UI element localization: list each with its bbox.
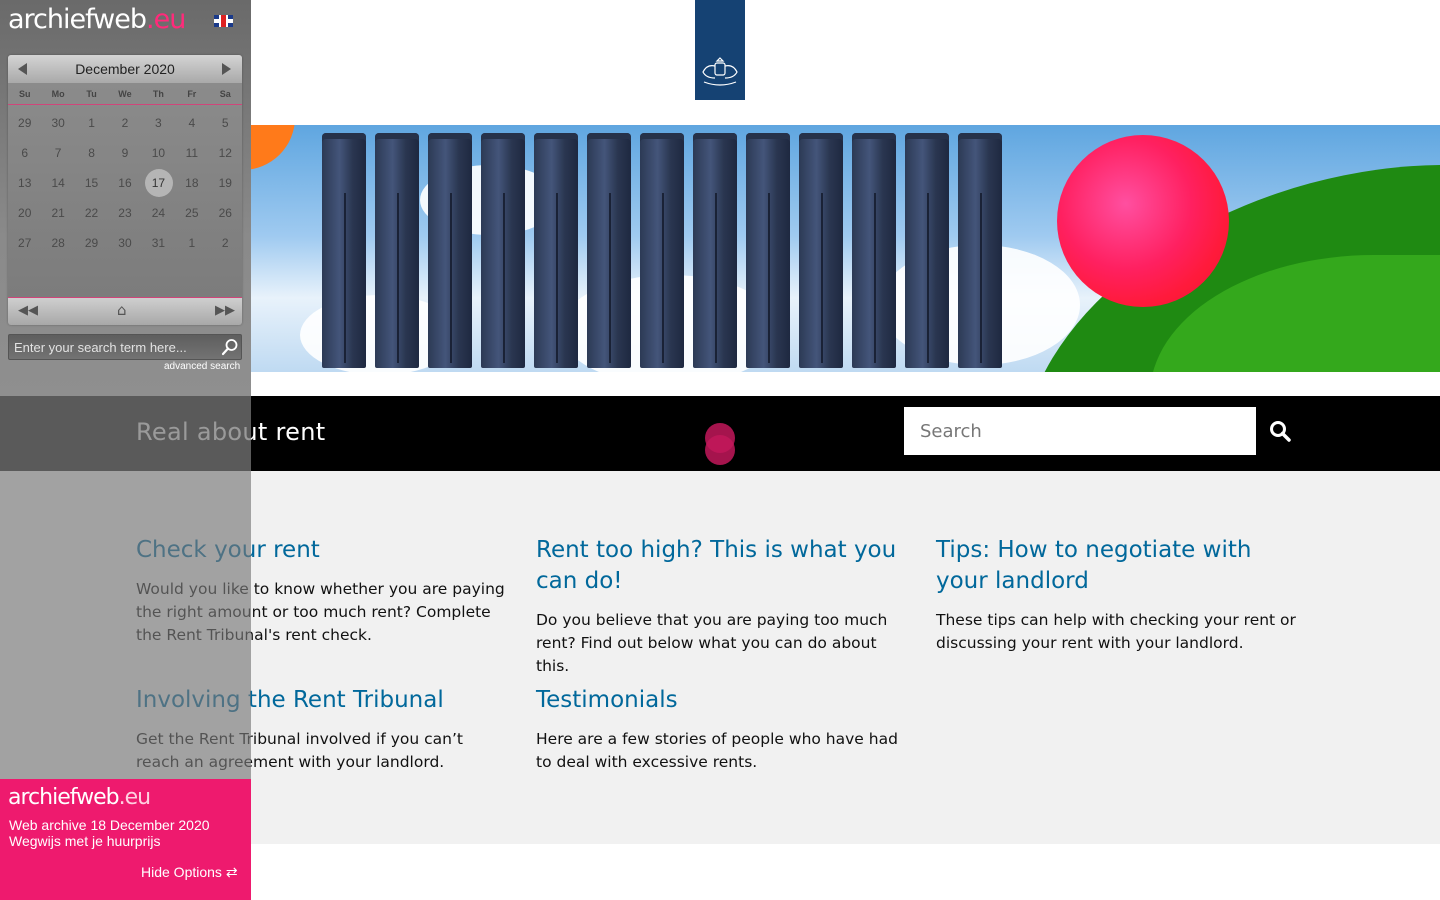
advanced-search-link[interactable]: advanced search	[164, 361, 240, 372]
calendar-day[interactable]: 14	[41, 168, 74, 198]
jeans-image	[852, 133, 896, 368]
card-title[interactable]: Tips: How to negotiate with your landlor…	[936, 535, 1306, 597]
calendar-day[interactable]: 26	[209, 198, 242, 228]
jeans-image	[587, 133, 631, 368]
card-negotiation-tips: Tips: How to negotiate with your landlor…	[936, 535, 1306, 655]
fast-forward-icon[interactable]: ▶▶	[215, 303, 235, 318]
calendar-week: 20 21 22 23 24 25 26	[8, 198, 242, 228]
calendar-day[interactable]: 25	[175, 198, 208, 228]
jeans-image	[746, 133, 790, 368]
calendar-day[interactable]: 24	[142, 198, 175, 228]
jeans-image	[534, 133, 578, 368]
archive-calendar: December 2020 Su Mo Tu We Th Fr Sa 29 30 1…	[8, 55, 242, 325]
next-month-icon[interactable]	[222, 63, 231, 75]
calendar-day[interactable]: 10	[142, 138, 175, 168]
calendar-day[interactable]: 20	[8, 198, 41, 228]
calendar-day[interactable]: 1	[75, 108, 108, 138]
site-search-button[interactable]	[1256, 407, 1304, 455]
calendar-day[interactable]: 30	[108, 228, 141, 258]
calendar-day[interactable]: 29	[8, 108, 41, 138]
english-flag-icon[interactable]	[214, 15, 233, 27]
archive-logo[interactable]: archiefweb.eu	[8, 4, 186, 35]
jeans-image	[799, 133, 843, 368]
jeans-image	[428, 133, 472, 368]
calendar-day[interactable]: 2	[108, 108, 141, 138]
jeans-image	[481, 133, 525, 368]
archive-date-text: Web archive 18 December 2020	[9, 817, 210, 833]
home-icon[interactable]: ⌂	[117, 301, 127, 319]
calendar-day[interactable]: 1	[175, 228, 208, 258]
calendar-footer: ◀◀ ⌂ ▶▶	[8, 297, 242, 325]
jeans-image	[322, 133, 366, 368]
card-testimonials: Testimonials Here are a few stories of p…	[536, 685, 906, 774]
calendar-day[interactable]: 30	[41, 108, 74, 138]
calendar-day[interactable]: 5	[209, 108, 242, 138]
calendar-day[interactable]: 31	[142, 228, 175, 258]
calendar-day[interactable]: 22	[75, 198, 108, 228]
calendar-days: 29 30 1 2 3 4 5 6 7 8 9 10 11 12 13 14 15 16 17 18 19 20 21 22 2…	[8, 108, 242, 258]
site-search-input[interactable]	[904, 407, 1256, 455]
calendar-day[interactable]: 18	[175, 168, 208, 198]
calendar-day[interactable]: 21	[41, 198, 74, 228]
archive-search-input[interactable]	[9, 335, 214, 359]
jeans-image	[693, 133, 737, 368]
archive-page-title: Wegwijs met je huurprijs	[9, 833, 161, 849]
jeans-image	[958, 133, 1002, 368]
calendar-week: 29 30 1 2 3 4 5	[8, 108, 242, 138]
calendar-day[interactable]: 23	[108, 198, 141, 228]
archive-info-panel: archiefweb.eu Web archive 18 December 20…	[0, 779, 251, 900]
coat-of-arms-icon	[702, 57, 738, 86]
card-rent-too-high: Rent too high? This is what you can do! …	[536, 535, 906, 678]
calendar-day[interactable]: 12	[209, 138, 242, 168]
pink-globe	[1057, 135, 1229, 307]
jeans-image	[375, 133, 419, 368]
calendar-day[interactable]: 19	[209, 168, 242, 198]
search-icon	[1270, 421, 1291, 442]
rewind-icon[interactable]: ◀◀	[18, 303, 38, 318]
calendar-day[interactable]: 7	[41, 138, 74, 168]
calendar-day[interactable]: 9	[108, 138, 141, 168]
calendar-month: December 2020	[75, 61, 175, 77]
calendar-day[interactable]: 11	[175, 138, 208, 168]
card-text: Here are a few stories of people who hav…	[536, 730, 898, 771]
calendar-day[interactable]: 6	[8, 138, 41, 168]
calendar-day[interactable]: 8	[75, 138, 108, 168]
calendar-day[interactable]: 16	[108, 168, 141, 198]
calendar-weekdays: Su Mo Tu We Th Fr Sa	[8, 85, 242, 105]
calendar-day[interactable]: 13	[8, 168, 41, 198]
jeans-image	[640, 133, 684, 368]
calendar-week: 27 28 29 30 31 1 2	[8, 228, 242, 258]
government-logo[interactable]	[695, 0, 745, 100]
calendar-day[interactable]: 3	[142, 108, 175, 138]
calendar-day[interactable]: 2	[209, 228, 242, 258]
hide-options-button[interactable]: Hide Options ⇄	[141, 864, 238, 881]
card-text: These tips can help with checking your r…	[936, 611, 1296, 652]
calendar-day[interactable]: 15	[75, 168, 108, 198]
calendar-week: 6 7 8 9 10 11 12	[8, 138, 242, 168]
calendar-week: 13 14 15 16 17 18 19	[8, 168, 242, 198]
loading-indicator	[705, 423, 735, 465]
card-title[interactable]: Testimonials	[536, 685, 906, 716]
calendar-day[interactable]: 27	[8, 228, 41, 258]
search-icon[interactable]	[221, 338, 239, 356]
card-text: Do you believe that you are paying too m…	[536, 611, 888, 675]
calendar-header: December 2020	[8, 55, 242, 83]
card-title[interactable]: Rent too high? This is what you can do!	[536, 535, 906, 597]
archive-logo-small: archiefweb.eu	[8, 785, 151, 810]
calendar-day[interactable]: 17	[142, 168, 175, 198]
jeans-image	[905, 133, 949, 368]
archive-sidebar: archiefweb.eu December 2020 Su Mo Tu We …	[0, 0, 251, 900]
calendar-day[interactable]: 28	[41, 228, 74, 258]
calendar-day[interactable]: 4	[175, 108, 208, 138]
archive-search	[8, 334, 242, 360]
calendar-day[interactable]: 29	[75, 228, 108, 258]
